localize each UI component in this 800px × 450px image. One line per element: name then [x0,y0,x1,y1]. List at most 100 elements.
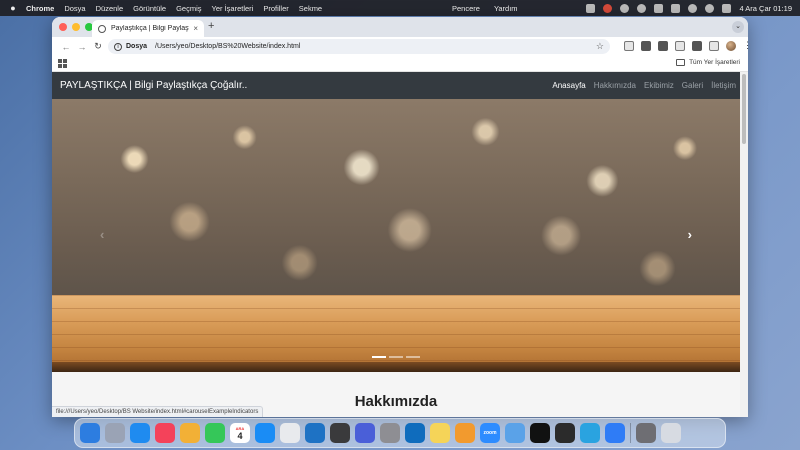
calendar-day: 4 [237,430,243,441]
nav-hakkimizda[interactable]: Hakkımızda [594,81,636,90]
system-settings-icon[interactable] [380,423,400,443]
info-icon[interactable]: i [114,42,122,51]
new-tab-button[interactable]: + [208,20,214,32]
nav-ekibimiz[interactable]: Ekibimiz [644,81,674,90]
notes-icon[interactable] [430,423,450,443]
profile-avatar[interactable] [726,40,736,51]
carousel-image-wood-table [52,295,740,372]
github-icon[interactable] [530,423,550,443]
menu-profiller[interactable]: Profiller [263,4,288,13]
folder-icon [676,59,686,66]
carousel-indicator[interactable] [389,356,403,358]
pen-icon[interactable] [658,40,668,51]
close-tab-icon[interactable]: × [193,24,198,33]
status-app-icon[interactable] [586,3,596,13]
back-icon[interactable]: ← [58,42,74,52]
extension-icon[interactable] [624,40,634,51]
quicktime-icon[interactable] [330,423,350,443]
site-navbar: PAYLAŞTIKÇA | Bilgi Paylaştıkça Çoğalır.… [52,72,748,99]
tab-strip: Paylaştıkça | Bilgi Paylaştıkça Ç... × +… [52,17,748,37]
outlook-icon[interactable] [405,423,425,443]
apps-grid-icon[interactable] [58,59,67,68]
zoom-icon[interactable]: zoom [480,423,500,443]
nav-iletisim[interactable]: İletişim [711,81,736,90]
menu-pencere[interactable]: Pencere [452,4,480,13]
vscode-icon[interactable] [305,423,325,443]
terminal-icon[interactable] [555,423,575,443]
tab-active[interactable]: Paylaştıkça | Bilgi Paylaştıkça Ç... × [92,20,204,37]
telegram-icon[interactable] [580,423,600,443]
site-nav-links: Anasayfa Hakkımızda Ekibimiz Galeri İlet… [552,72,736,99]
browser-toolbar: ← → ↻ i Dosya /Users/yeo/Desktop/BS%20We… [52,37,748,56]
safari-icon[interactable] [130,423,150,443]
preview-icon[interactable] [505,423,525,443]
status-app-icon[interactable] [620,3,630,13]
menu-dosya[interactable]: Dosya [64,4,85,13]
status-app-icon[interactable] [637,3,647,13]
status-app-icon[interactable] [654,3,664,13]
dock-separator [630,423,631,443]
all-bookmarks-button[interactable]: Tüm Yer İşaretleri [676,59,740,66]
calculator-icon[interactable] [636,423,656,443]
bookmarks-bar: Tüm Yer İşaretleri [52,56,748,72]
nav-anasayfa[interactable]: Anasayfa [552,81,585,90]
chrome-icon[interactable] [280,423,300,443]
all-bookmarks-label: Tüm Yer İşaretleri [689,59,740,66]
extensions-area: ⋮ [624,40,748,51]
extension-icon[interactable] [641,40,651,51]
music-icon[interactable] [155,423,175,443]
site-brand[interactable]: PAYLAŞTIKÇA | Bilgi Paylaştıkça Çoğalır.… [60,80,247,91]
menu-yer-isaretleri[interactable]: Yer İşaretleri [212,4,254,13]
screen-recorder-icon[interactable] [605,423,625,443]
calendar-icon[interactable]: ARA 4 [230,423,250,443]
puzzle-icon[interactable] [709,40,719,51]
recording-icon[interactable] [603,3,613,13]
menu-clock[interactable]: 4 Ara Çar 01:19 [739,4,792,13]
carousel-indicators [52,356,740,358]
page-scrollbar[interactable] [740,72,748,417]
tab-search-button[interactable]: ⌄ [732,21,744,33]
minimize-window-button[interactable] [72,23,80,31]
pages-icon[interactable] [455,423,475,443]
bookmark-star-icon[interactable]: ☆ [596,41,604,52]
reload-icon[interactable]: ↻ [90,41,106,52]
apple-menu-icon[interactable]: ● [8,3,18,13]
nav-galeri[interactable]: Galeri [682,81,703,90]
macos-dock: ARA 4 zoom [74,418,726,448]
imovie-icon[interactable] [355,423,375,443]
wifi-icon[interactable] [688,3,698,13]
forward-icon[interactable]: → [74,42,90,52]
extension-icon[interactable] [675,40,685,51]
photos-icon[interactable] [180,423,200,443]
macos-menu-bar: ● Chrome Dosya Düzenle Görüntüle Geçmiş … [0,0,800,16]
carousel-prev-icon[interactable]: ‹ [100,227,104,242]
menu-yardim[interactable]: Yardım [494,4,518,13]
hero-carousel: ‹ › [52,99,740,372]
finder-icon[interactable] [80,423,100,443]
carousel-indicator[interactable] [406,356,420,358]
address-url: /Users/yeo/Desktop/BS%20Website/index.ht… [155,43,301,50]
status-app-icon[interactable] [671,3,681,13]
control-center-icon[interactable] [722,3,732,13]
web-page: PAYLAŞTIKÇA | Bilgi Paylaştıkça Çoğalır.… [52,72,748,417]
carousel-indicator[interactable] [372,356,386,358]
extension-icon[interactable] [692,40,702,51]
trash-icon[interactable] [661,423,681,443]
menu-sekme[interactable]: Sekme [299,4,322,13]
menu-app-name[interactable]: Chrome [26,4,54,13]
close-window-button[interactable] [59,23,67,31]
status-url-bubble: file:///Users/yeo/Desktop/BS Website/ind… [52,406,264,417]
launchpad-icon[interactable] [105,423,125,443]
carousel-next-icon[interactable]: › [688,227,692,242]
address-bar[interactable]: i Dosya /Users/yeo/Desktop/BS%20Website/… [108,39,610,54]
tab-title: Paylaştıkça | Bilgi Paylaştıkça Ç... [111,25,189,32]
search-icon[interactable] [705,3,715,13]
menu-duzenle[interactable]: Düzenle [96,4,124,13]
browser-window: Paylaştıkça | Bilgi Paylaştıkça Ç... × +… [52,17,748,417]
facetime-icon[interactable] [205,423,225,443]
globe-icon [98,24,106,33]
menu-goruntule[interactable]: Görüntüle [133,4,166,13]
app-store-icon[interactable] [255,423,275,443]
kebab-menu-icon[interactable]: ⋮ [743,40,748,51]
menu-gecmis[interactable]: Geçmiş [176,4,201,13]
